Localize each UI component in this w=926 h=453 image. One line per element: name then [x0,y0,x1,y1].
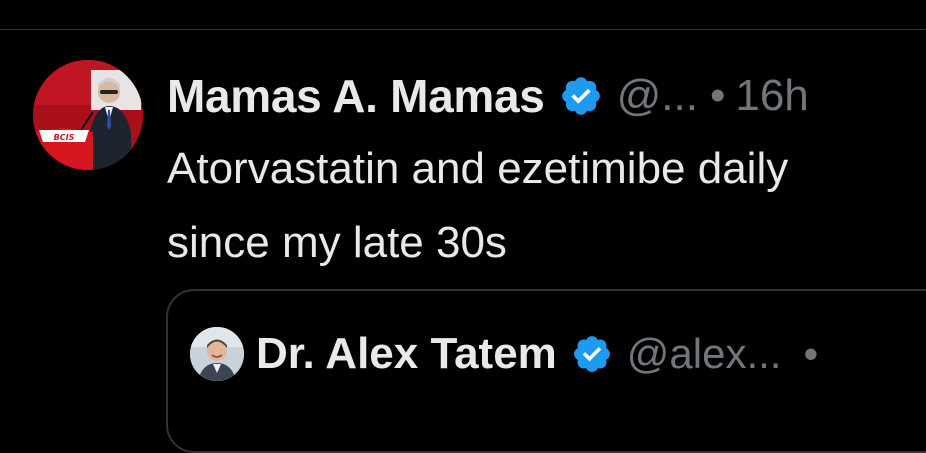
author-avatar[interactable]: BCIS [33,60,143,170]
quote-author-avatar[interactable] [190,327,244,381]
timestamp[interactable]: 16h [735,71,808,121]
quote-author-name[interactable]: Dr. Alex Tatem [256,329,557,379]
tweet-text: Atorvastatin and ezetimibe daily since m… [167,132,926,280]
avatar-photo: BCIS [33,60,143,170]
separator-dot: • [709,71,726,120]
quote-header: Dr. Alex Tatem @alex... • [256,325,818,383]
tweet-header: Mamas A. Mamas @... • 16h [167,66,809,126]
quote-separator-dot: • [803,330,819,377]
tweet-text-line: since my late 30s [167,218,507,267]
quote-author-handle[interactable]: @alex... [627,330,782,378]
quoted-tweet-card[interactable]: Dr. Alex Tatem @alex... • [166,289,926,453]
author-handle[interactable]: @... [617,71,698,121]
tweet[interactable]: BCIS Mamas A. Mamas @... • 16h Atorvasta… [0,30,926,453]
avatar-banner-text: BCIS [54,133,75,142]
tweet-text-line: Atorvastatin and ezetimibe daily [167,144,789,193]
verified-badge-icon [571,333,613,375]
author-name[interactable]: Mamas A. Mamas [167,69,545,123]
quote-avatar-photo [190,327,244,381]
verified-badge-icon [559,74,603,118]
